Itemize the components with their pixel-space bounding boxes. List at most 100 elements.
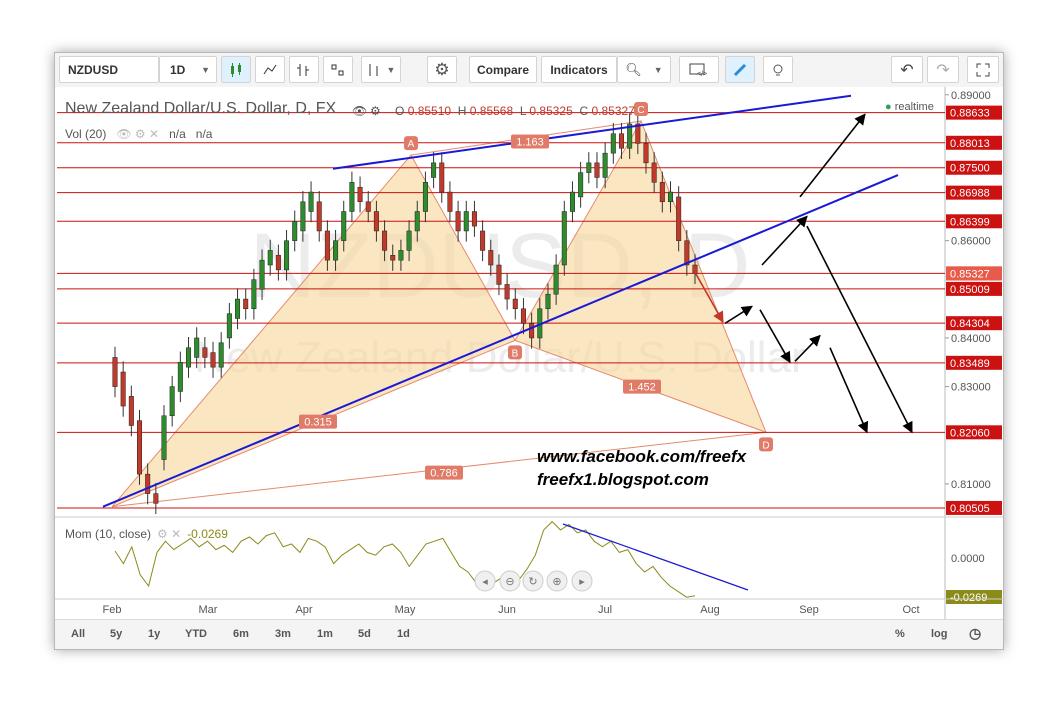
candle-down	[153, 493, 159, 504]
candle-down	[684, 240, 690, 266]
volume-label: Vol (20)	[65, 127, 107, 141]
range-button-3m[interactable]: 3m	[275, 628, 291, 640]
momentum-zero-tick: 0.0000	[951, 553, 985, 565]
credit-blog: freefx1.blogspot.com	[537, 470, 709, 489]
volume-eye-icon[interactable]: 👁︎ ⚙ ✕	[116, 127, 159, 141]
candle-down	[275, 255, 281, 271]
brush-icon[interactable]	[725, 56, 755, 83]
range-button-6m[interactable]: 6m	[233, 628, 249, 640]
x-tick-label: Apr	[295, 604, 312, 616]
chart-nav-icon: ⊖	[505, 576, 514, 588]
candle-up	[610, 133, 616, 154]
x-tick-label: May	[395, 604, 416, 616]
range-button-1y[interactable]: 1y	[148, 628, 160, 640]
price-level-label: 0.86988	[950, 188, 990, 200]
candle-down	[382, 230, 388, 251]
candle-down	[365, 201, 371, 212]
candle-up	[333, 240, 339, 261]
candle-up	[235, 298, 241, 319]
publish-script-icon[interactable]: </>	[679, 56, 719, 83]
chart-type-dropdown[interactable]: ▼	[361, 56, 401, 83]
x-tick-label: Jul	[598, 604, 612, 616]
search-dropdown[interactable]: 🔍︎ ▼	[617, 56, 671, 83]
close-label: C	[579, 104, 589, 118]
candle-up	[194, 337, 200, 358]
range-button-all[interactable]: All	[71, 628, 85, 640]
range-button-5y[interactable]: 5y	[110, 628, 122, 640]
low-value: 0.85325	[529, 104, 573, 118]
price-level-label: 0.88013	[950, 138, 990, 150]
candle-up	[578, 172, 584, 198]
redo-icon[interactable]: ↷	[927, 56, 959, 83]
momentum-label: Mom (10, close)	[65, 527, 152, 541]
candle-down	[243, 298, 249, 310]
heikin-ashi-icon[interactable]	[255, 56, 285, 83]
high-label: H	[457, 104, 467, 118]
settings-gear-icon[interactable]: ⚙	[427, 56, 457, 83]
candle-up	[398, 250, 404, 261]
interval-label: 1D	[170, 62, 186, 77]
candle-up	[300, 201, 306, 232]
x-tick-label: Mar	[199, 604, 218, 616]
pattern-point-label: A	[408, 139, 415, 150]
candle-down	[324, 230, 330, 261]
x-tick-label: Jun	[498, 604, 516, 616]
top-toolbar: NZDUSD 1D ▼ ▼ ⚙ Compare Indicators 🔍︎ ▼ </…	[55, 53, 1003, 88]
credit-facebook: www.facebook.com/freefx	[537, 447, 748, 466]
candle-down	[520, 308, 526, 324]
candle-down	[357, 186, 363, 203]
candle-down	[659, 182, 665, 203]
settings-icon[interactable]: ⚙	[370, 104, 381, 118]
candle-down	[496, 264, 502, 285]
price-level-label: 0.83489	[950, 358, 990, 370]
range-button-5d[interactable]: 5d	[358, 628, 371, 640]
candle-up	[218, 342, 224, 368]
chart-nav-icon: ↻	[528, 576, 537, 588]
interval-dropdown[interactable]: 1D ▼	[159, 56, 217, 83]
candle-down	[373, 211, 379, 232]
compare-button[interactable]: Compare	[469, 56, 537, 83]
candle-down	[594, 162, 600, 178]
y-tick-label: 0.81000	[951, 479, 991, 491]
search-icon: 🔍︎	[625, 61, 642, 77]
range-button-ytd[interactable]: YTD	[185, 628, 207, 640]
candle-up	[267, 250, 273, 266]
scale-button[interactable]: log	[931, 628, 948, 640]
fullscreen-icon[interactable]	[967, 56, 999, 83]
candle-down	[112, 357, 118, 387]
candle-down	[676, 196, 682, 241]
indicators-button[interactable]: Indicators	[541, 56, 617, 83]
price-level-label: 0.88633	[950, 108, 990, 120]
candle-down	[471, 211, 477, 227]
candles-style-icon[interactable]	[221, 56, 251, 83]
candle-up	[161, 415, 167, 460]
symbol-search-button[interactable]: NZDUSD	[59, 56, 159, 83]
candle-down	[504, 284, 510, 300]
candle-up	[667, 191, 673, 203]
candle-down	[529, 323, 535, 339]
x-tick-label: Aug	[700, 604, 720, 616]
candle-up	[349, 182, 355, 212]
range-button-1m[interactable]: 1m	[317, 628, 333, 640]
range-button-1d[interactable]: 1d	[397, 628, 410, 640]
momentum-controls-icon[interactable]: ⚙ ✕	[157, 527, 181, 541]
idea-bulb-icon[interactable]	[763, 56, 793, 83]
x-tick-label: Oct	[902, 604, 919, 616]
chart-area[interactable]: NZDUSD, D New Zealand Dollar/U.S. Dollar 0…	[55, 87, 1003, 649]
candle-up	[586, 162, 592, 173]
high-value: 0.85568	[469, 104, 514, 118]
bars-style-icon[interactable]	[289, 56, 319, 83]
chart-nav-icon: ▸	[579, 576, 585, 588]
eye-icon[interactable]: 👁︎	[352, 104, 367, 118]
timezone-clock-icon[interactable]: ◷	[969, 625, 981, 642]
renko-icon[interactable]	[323, 56, 353, 83]
candle-down	[447, 191, 453, 212]
open-value: 0.85510	[407, 104, 452, 118]
candle-down	[618, 133, 624, 149]
candle-up	[431, 162, 437, 178]
pattern-point-label: B	[512, 348, 519, 359]
scale-button[interactable]: %	[895, 628, 905, 640]
undo-icon[interactable]: ↶	[891, 56, 923, 83]
pattern-point-label: C	[637, 105, 644, 116]
line-break-icon	[369, 63, 378, 76]
